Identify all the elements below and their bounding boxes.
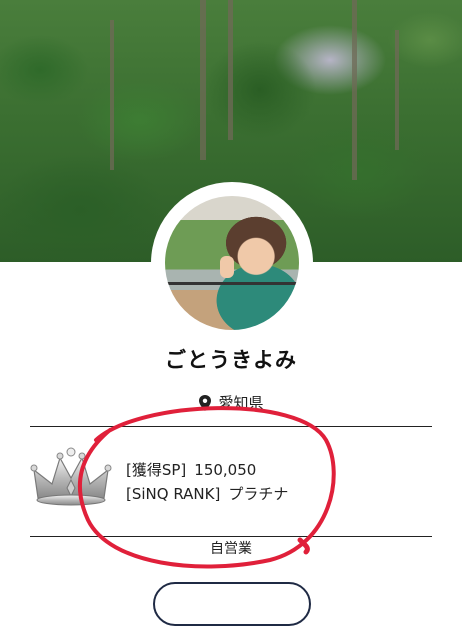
occupation-text: 自営業 <box>210 541 252 554</box>
location-text: 愛知県 <box>218 394 264 412</box>
sp-value: 150,050 <box>194 461 257 479</box>
stats-block: [獲得SP] 150,050 [SiNQ RANK] プラチナ <box>126 458 288 506</box>
sp-label: [獲得SP] <box>126 461 187 479</box>
divider-top <box>30 426 432 427</box>
rank-row: [SiNQ RANK] プラチナ <box>126 482 288 506</box>
location-row: 愛知県 <box>0 392 462 413</box>
profile-name: ごとうきよみ <box>165 348 297 372</box>
sp-row: [獲得SP] 150,050 <box>126 458 288 482</box>
rank-value: プラチナ <box>228 485 289 503</box>
map-pin-icon <box>199 394 212 411</box>
rank-label: [SiNQ RANK] <box>126 485 221 503</box>
crown-icon <box>30 447 112 506</box>
follow-button[interactable] <box>153 582 311 626</box>
divider-bottom <box>30 536 432 537</box>
avatar[interactable] <box>165 196 299 330</box>
